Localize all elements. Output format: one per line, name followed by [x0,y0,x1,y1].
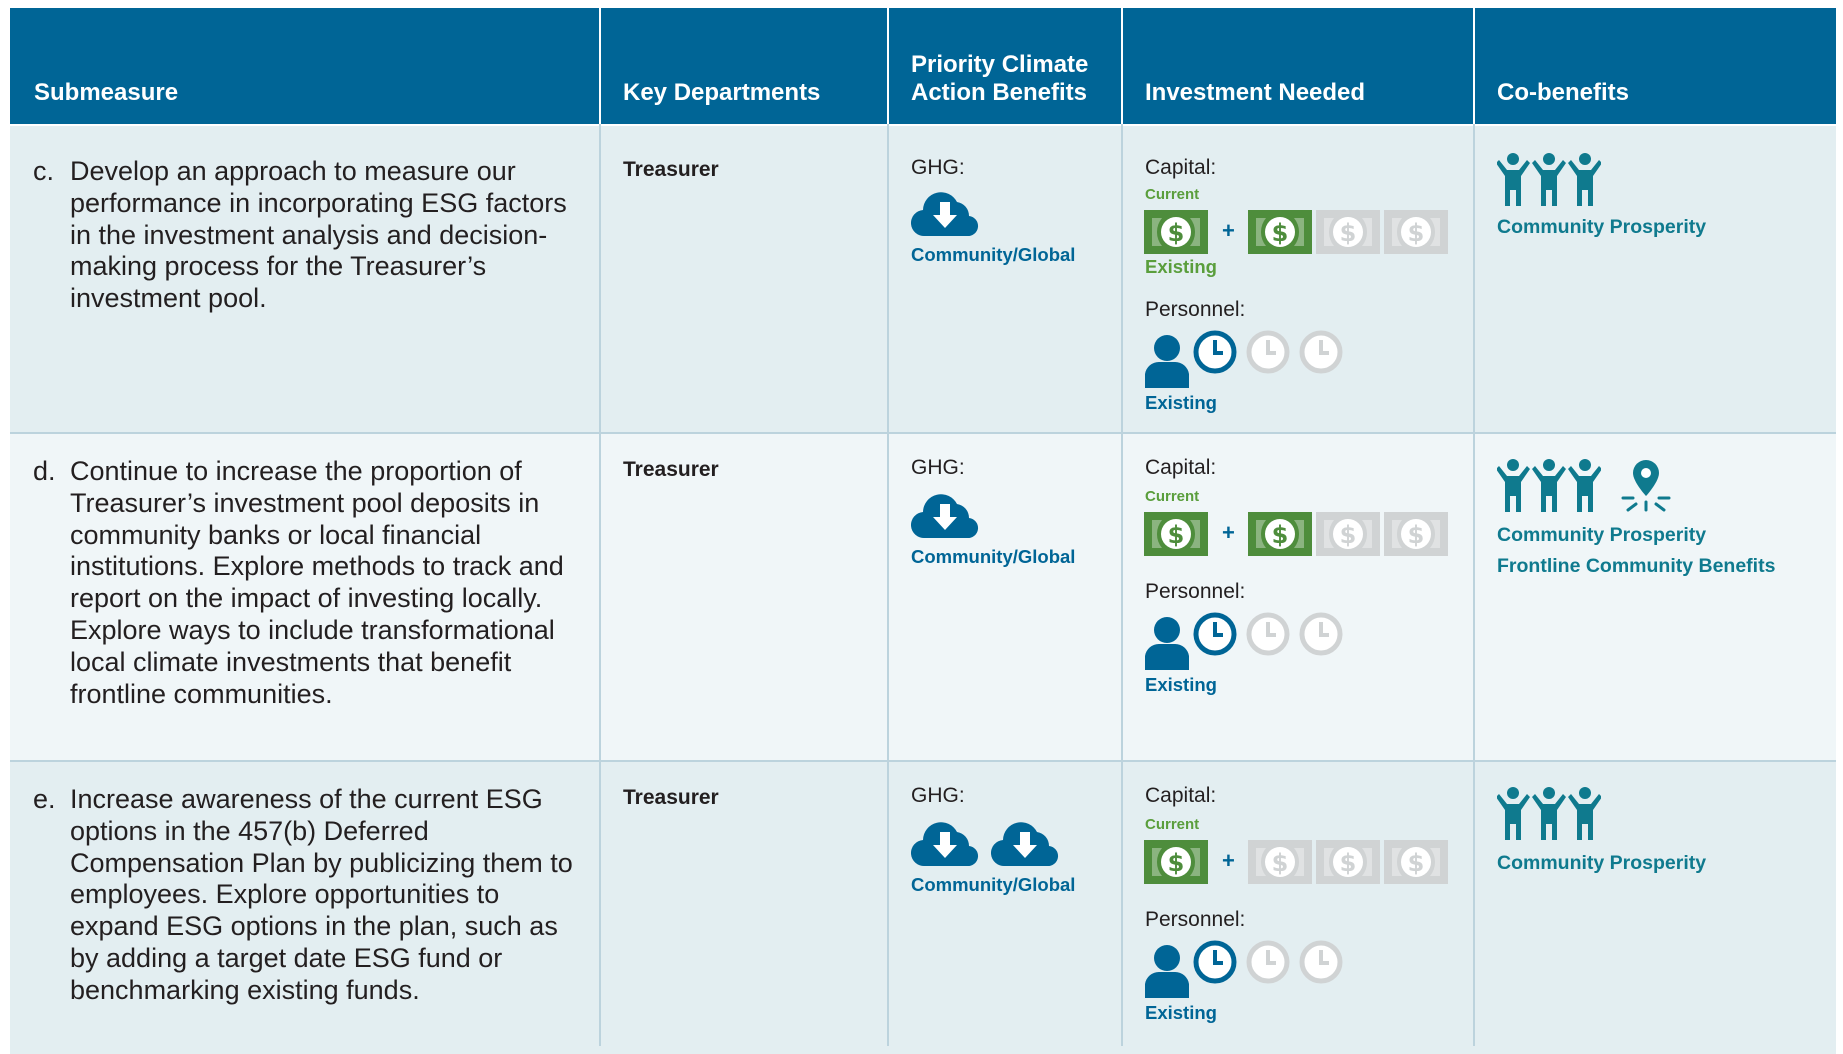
header-key-departments: Key Departments [623,79,821,106]
existing-label: Existing [1145,392,1217,413]
header-cobenefits: Co-benefits [1497,79,1629,106]
existing-label: Existing [1145,1002,1217,1023]
money-icon [1316,210,1380,254]
money-icon [1248,512,1312,556]
table-row: e. Increase awareness of the current ESG… [10,762,1836,1054]
ghg-label: GHG: [911,784,965,807]
submeasure-text: Develop an approach to measure our perfo… [70,156,567,314]
money-icon [1384,512,1448,556]
person-icon [1145,616,1189,670]
cobenefit-label: Community Prosperity [1497,852,1707,874]
cloud-download-icon [911,490,979,540]
money-icon [1144,512,1208,556]
clock-icon [1299,612,1343,656]
clock-icon [1299,330,1343,374]
people-icon [1497,458,1601,512]
money-icon [1316,512,1380,556]
clock-icon [1246,940,1290,984]
location-pin-icon [1620,458,1672,512]
column-divider [1473,124,1475,1046]
header-investment-needed: Investment Needed [1145,79,1366,106]
department: Treasurer [623,786,719,809]
submeasure-text: Continue to increase the proportion of T… [70,456,564,709]
person-icon [1145,944,1189,998]
money-icon [1248,210,1312,254]
column-divider [1121,124,1123,1046]
row-letter: c. [33,156,55,186]
money-icon [1316,840,1380,884]
cloud-download-icon [911,818,979,868]
ghg-label: GHG: [911,156,965,179]
money-icon [1144,210,1208,254]
people-icon [1497,786,1601,840]
personnel-label: Personnel: [1145,298,1246,321]
header-divider [599,8,601,124]
personnel-label: Personnel: [1145,908,1246,931]
clock-icon [1246,612,1290,656]
money-icon [1248,840,1312,884]
header-divider [1473,8,1475,124]
plus-sign: + [1222,218,1235,243]
header-priority-benefits: Priority Climate Action Benefits [911,51,1089,106]
row-letter: d. [33,456,56,486]
ghg-scope: Community/Global [911,244,1076,265]
ghg-label: GHG: [911,456,965,479]
clock-icon [1193,330,1237,374]
cobenefit-label: Community Prosperity [1497,216,1707,238]
table-row: c. Develop an approach to measure our pe… [10,126,1836,432]
current-label: Current [1145,816,1200,833]
plus-sign: + [1222,520,1235,545]
clock-icon [1299,940,1343,984]
header-divider [887,8,889,124]
cobenefit-label: Frontline Community Benefits [1497,555,1776,577]
department: Treasurer [623,158,719,181]
existing-label: Existing [1145,674,1217,695]
table-row: d. Continue to increase the proportion o… [10,434,1836,760]
current-label: Current [1145,186,1200,203]
header-submeasure: Submeasure [34,79,179,106]
capital-label: Capital: [1145,784,1217,807]
existing-label: Existing [1145,256,1217,277]
table-header: Submeasure Key Departments Priority Clim… [10,8,1836,124]
current-label: Current [1145,488,1200,505]
person-icon [1145,334,1189,388]
money-icon [1144,840,1208,884]
department: Treasurer [623,458,719,481]
people-icon [1497,152,1601,206]
money-icon [1384,840,1448,884]
capital-label: Capital: [1145,156,1217,179]
clock-icon [1193,940,1237,984]
clock-icon [1193,612,1237,656]
clock-icon [1246,330,1290,374]
ghg-scope: Community/Global [911,874,1076,895]
ghg-scope: Community/Global [911,546,1076,567]
money-icon [1384,210,1448,254]
personnel-label: Personnel: [1145,580,1246,603]
cobenefit-label: Community Prosperity [1497,524,1707,546]
capital-label: Capital: [1145,456,1217,479]
row-letter: e. [33,784,56,814]
submeasure-table: Submeasure Key Departments Priority Clim… [10,8,1836,1054]
submeasure-text: Increase awareness of the current ESG op… [70,784,573,1005]
column-divider [887,124,889,1046]
cloud-download-icon [991,818,1059,868]
cloud-download-icon [911,188,979,238]
plus-sign: + [1222,848,1235,873]
header-divider [1121,8,1123,124]
column-divider [599,124,601,1046]
